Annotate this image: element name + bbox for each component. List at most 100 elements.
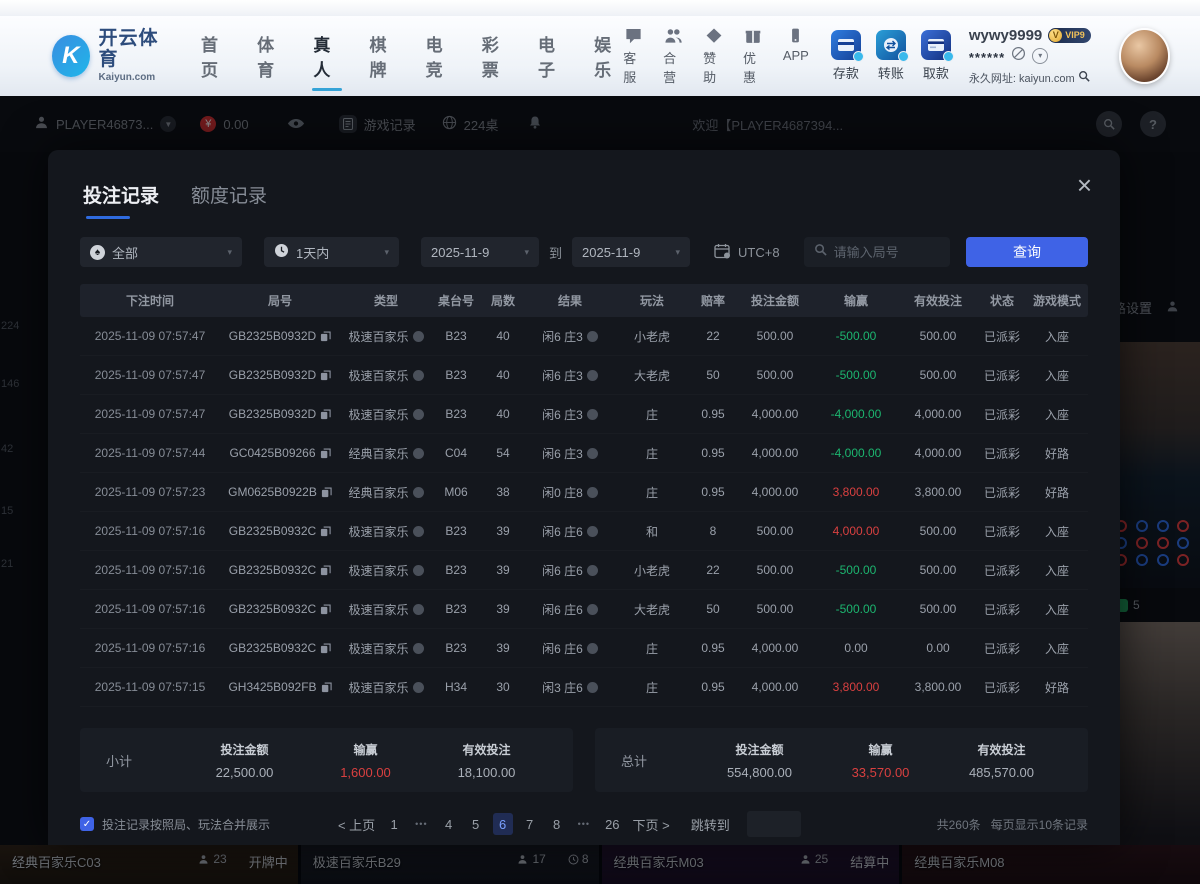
balance-refresh-chevron[interactable]: ▾ <box>1032 48 1048 64</box>
round-search-input[interactable] <box>834 245 940 260</box>
category-count[interactable]: 146 <box>1 378 19 390</box>
page-number[interactable]: 26 <box>601 813 623 835</box>
site-logo[interactable]: K 开云体育 Kaiyun.com <box>52 29 170 84</box>
result-detail-icon[interactable] <box>587 604 598 615</box>
nav-item[interactable]: 首页 <box>200 25 230 87</box>
page-number[interactable]: 5 <box>466 813 486 835</box>
cell-status: 已派彩 <box>978 445 1026 462</box>
app-link[interactable]: APP <box>783 27 809 86</box>
search-button[interactable] <box>1096 111 1122 137</box>
cell-round-id: GB2325B0932C <box>220 641 340 655</box>
game-record-link[interactable]: 游戏记录 <box>339 115 416 134</box>
copy-icon[interactable] <box>320 448 331 459</box>
promotions-link[interactable]: 优惠 <box>743 27 764 86</box>
next-page-button[interactable]: 下页 > <box>633 815 670 834</box>
nav-item[interactable]: 棋牌 <box>368 25 398 87</box>
modal-tab[interactable]: 投注记录 <box>83 181 159 208</box>
live-table-video[interactable] <box>1109 342 1200 588</box>
copy-icon[interactable] <box>320 565 331 576</box>
query-button[interactable]: 查询 <box>966 237 1088 267</box>
username[interactable]: wywy9999 <box>969 27 1042 44</box>
customer-service-link[interactable]: 客服 <box>623 27 644 86</box>
live-table-tile[interactable]: 经典百家乐M03 25 结算中 <box>602 845 900 884</box>
category-count[interactable]: 224 <box>1 320 19 332</box>
jump-page-input[interactable] <box>747 811 801 837</box>
live-table-video[interactable] <box>1109 622 1200 845</box>
result-detail-icon[interactable] <box>587 370 598 381</box>
close-icon[interactable]: × <box>1077 172 1092 198</box>
live-table-tile[interactable]: 极速百家乐B29 17 8 <box>301 845 599 884</box>
game-type-icon <box>413 370 424 381</box>
copy-icon[interactable] <box>320 370 331 381</box>
cell-play-type: 庄 <box>614 484 690 501</box>
result-detail-icon[interactable] <box>587 682 598 693</box>
cell-game-type: 极速百家乐 <box>340 640 432 657</box>
partnership-link[interactable]: 合营 <box>663 27 684 86</box>
copy-icon[interactable] <box>321 682 332 693</box>
date-from-picker[interactable]: 2025-11-9 ▾ <box>421 237 539 267</box>
category-count[interactable]: 15 <box>1 505 13 517</box>
game-type-dropdown[interactable]: ♠ 全部 ▾ <box>80 237 242 267</box>
nav-item[interactable]: 彩票 <box>481 25 511 87</box>
tables-count-link[interactable]: 224桌 <box>442 115 499 134</box>
notifications-button[interactable] <box>528 115 542 133</box>
deposit-button[interactable]: 存款 <box>831 30 861 82</box>
nav-item[interactable]: 真人 <box>312 25 342 87</box>
copy-icon[interactable] <box>320 331 331 342</box>
page-number[interactable]: 1 <box>384 813 404 835</box>
transfer-button[interactable]: 转账 <box>876 30 906 82</box>
column-header: 局号 <box>220 292 340 309</box>
copy-icon[interactable] <box>321 487 332 498</box>
cell-bet-time: 2025-11-09 07:57:47 <box>80 407 220 421</box>
cell-result: 闲6 庄6 <box>526 562 614 579</box>
copy-icon[interactable] <box>320 409 331 420</box>
timezone-display[interactable]: UTC+8 <box>714 243 780 262</box>
modal-tab[interactable]: 额度记录 <box>191 181 267 208</box>
sponsor-link[interactable]: 赞助 <box>703 27 724 86</box>
cell-result: 闲0 庄8 <box>526 484 614 501</box>
cell-win-loss: -500.00 <box>814 329 898 343</box>
withdraw-button[interactable]: 取款 <box>921 30 951 82</box>
nav-item[interactable]: 体育 <box>256 25 286 87</box>
category-count[interactable]: 42 <box>1 443 13 455</box>
result-detail-icon[interactable] <box>587 526 598 537</box>
result-detail-icon[interactable] <box>587 409 598 420</box>
copy-icon[interactable] <box>320 526 331 537</box>
page-number[interactable]: 8 <box>547 813 567 835</box>
category-count[interactable]: 21 <box>1 558 13 570</box>
user-avatar[interactable] <box>1119 28 1170 84</box>
help-button[interactable]: ? <box>1140 111 1166 137</box>
date-to-picker[interactable]: 2025-11-9 ▾ <box>572 237 690 267</box>
result-detail-icon[interactable] <box>587 448 598 459</box>
merge-checkbox[interactable]: ✓ <box>80 817 94 831</box>
copy-icon[interactable] <box>320 643 331 654</box>
nav-item[interactable]: 电子 <box>537 25 567 87</box>
result-detail-icon[interactable] <box>587 331 598 342</box>
page-number[interactable]: 4 <box>439 813 459 835</box>
result-detail-icon[interactable] <box>587 487 598 498</box>
cell-bet-time: 2025-11-09 07:57:47 <box>80 329 220 343</box>
page-number[interactable]: 6 <box>493 813 513 835</box>
hide-balance-toggle[interactable] <box>287 117 305 132</box>
column-header: 游戏模式 <box>1026 292 1088 309</box>
result-detail-icon[interactable] <box>587 565 598 576</box>
page-number[interactable]: ••• <box>411 813 431 835</box>
nav-item[interactable]: 电竞 <box>425 25 455 87</box>
page-number[interactable]: ••• <box>574 813 594 835</box>
result-detail-icon[interactable] <box>587 643 598 654</box>
cell-bet-time: 2025-11-09 07:57:15 <box>80 680 220 694</box>
welcome-marquee: 欢迎【PLAYER4687394... <box>692 115 843 134</box>
magnifier-icon[interactable] <box>1078 70 1090 85</box>
balance-display[interactable]: ¥ 0.00 <box>200 116 248 132</box>
copy-icon[interactable] <box>320 604 331 615</box>
nav-item[interactable]: 娱乐 <box>593 25 623 87</box>
time-range-dropdown[interactable]: 1天内 ▾ <box>264 237 399 267</box>
eye-slash-icon[interactable] <box>1011 46 1026 66</box>
cell-valid-bet: 500.00 <box>898 368 978 382</box>
player-id-dropdown[interactable]: PLAYER46873... ▼ <box>34 115 176 133</box>
page-number[interactable]: 7 <box>520 813 540 835</box>
prev-page-button[interactable]: < 上页 <box>338 815 375 834</box>
cell-bet-time: 2025-11-09 07:57:16 <box>80 641 220 655</box>
live-table-tile[interactable]: 经典百家乐M08 <box>902 845 1200 884</box>
live-table-tile[interactable]: 经典百家乐C03 23 开牌中 <box>0 845 298 884</box>
